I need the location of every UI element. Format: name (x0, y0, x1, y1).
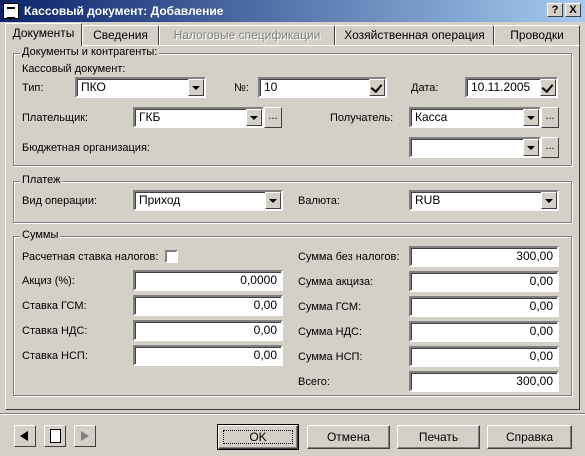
chevron-down-icon[interactable] (246, 109, 262, 126)
type-label: Тип: (22, 82, 44, 94)
currency-label: Валюта: (298, 195, 340, 207)
receiver-browse-button[interactable]: ... (541, 107, 559, 128)
date-field[interactable]: 10.11.2005 (465, 77, 558, 98)
sum-excise-field[interactable]: 0,00 (409, 271, 559, 292)
ok-button[interactable]: OK (217, 424, 299, 450)
chevron-down-icon[interactable] (523, 139, 539, 156)
chevron-down-icon[interactable] (523, 109, 539, 126)
check-icon[interactable] (540, 79, 556, 96)
sum-nsp-field[interactable]: 0,00 (409, 346, 559, 367)
operation-select[interactable]: Приход (133, 190, 283, 211)
help-title-button[interactable]: ? (547, 3, 563, 17)
tab-details[interactable]: Сведения (82, 25, 159, 45)
calc-tax-checkbox[interactable] (165, 250, 178, 263)
window-title: Кассовый документ: Добавление (24, 4, 224, 18)
close-title-button[interactable]: X (565, 3, 581, 17)
new-document-button[interactable] (44, 425, 66, 447)
date-value: 10.11.2005 (471, 80, 531, 94)
chevron-down-icon[interactable] (541, 192, 557, 209)
total-field[interactable]: 300,00 (409, 371, 559, 392)
budget-org-label: Бюджетная организация: (22, 142, 150, 154)
sum-nds-field[interactable]: 0,00 (409, 321, 559, 342)
print-button[interactable]: Печать (397, 425, 480, 449)
app-icon (3, 3, 19, 19)
tab-documents[interactable]: Документы (5, 23, 82, 46)
check-icon[interactable] (369, 79, 385, 96)
chevron-down-icon[interactable] (188, 79, 204, 96)
sum-nds-label: Сумма НДС: (298, 326, 363, 338)
title-bar: Кассовый документ: Добавление ? X (0, 0, 585, 22)
gsm-rate-field[interactable]: 0,00 (133, 295, 283, 316)
documents-group-title: Документы и контрагенты: (20, 46, 160, 58)
nds-rate-field[interactable]: 0,00 (133, 320, 283, 341)
currency-value: RUB (415, 193, 441, 207)
payer-value: ГКБ (139, 110, 161, 124)
gsm-rate-label: Ставка ГСМ: (22, 300, 87, 312)
cash-document-subtitle: Кассовый документ: (22, 63, 126, 75)
nsp-rate-label: Ставка НСП: (22, 350, 88, 362)
sum-excise-label: Сумма акциза: (298, 276, 374, 288)
payer-select[interactable]: ГКБ (133, 107, 264, 128)
number-value: 10 (264, 80, 278, 94)
help-button[interactable]: Справка (487, 425, 572, 449)
payer-browse-button[interactable]: ... (264, 107, 282, 128)
sum-nsp-label: Сумма НСП: (298, 351, 363, 363)
number-label: №: (234, 82, 249, 94)
tab-postings[interactable]: Проводки (494, 25, 580, 45)
type-select[interactable]: ПКО (75, 77, 206, 98)
sum-gsm-field[interactable]: 0,00 (409, 296, 559, 317)
cancel-button[interactable]: Отмена (307, 425, 390, 449)
payer-label: Плательщик: (22, 112, 89, 124)
sum-gsm-label: Сумма ГСМ: (298, 301, 362, 313)
excise-label: Акциз (%): (22, 275, 75, 287)
payment-group-title: Платеж (20, 174, 63, 186)
receiver-select[interactable]: Касса (409, 107, 541, 128)
total-label: Всего: (298, 376, 330, 388)
sum-no-tax-field[interactable]: 300,00 (409, 246, 559, 267)
focus-ring (223, 430, 293, 444)
tab-tax-specs: Налоговые спецификации (159, 25, 335, 45)
type-value: ПКО (81, 80, 106, 94)
chevron-down-icon[interactable] (265, 192, 281, 209)
prev-record-button[interactable] (14, 425, 36, 447)
sum-no-tax-label: Сумма без налогов: (298, 251, 400, 263)
operation-label: Вид операции: (22, 195, 98, 207)
number-select[interactable]: 10 (258, 77, 387, 98)
calc-tax-label: Расчетная ставка налогов: (22, 251, 159, 263)
receiver-label: Получатель: (330, 112, 394, 124)
operation-value: Приход (139, 193, 181, 207)
budget-org-browse-button[interactable]: ... (541, 137, 559, 158)
sums-group-title: Суммы (20, 229, 61, 241)
next-record-button (74, 425, 96, 447)
nds-rate-label: Ставка НДС: (22, 325, 88, 337)
tab-business-operation[interactable]: Хозяйственная операция (335, 25, 494, 45)
receiver-value: Касса (415, 110, 448, 124)
currency-select[interactable]: RUB (409, 190, 559, 211)
bottom-separator (0, 413, 585, 415)
date-label: Дата: (411, 82, 439, 94)
nsp-rate-field[interactable]: 0,00 (133, 345, 283, 366)
excise-field[interactable]: 0,0000 (133, 270, 283, 291)
budget-org-select[interactable] (409, 137, 541, 158)
